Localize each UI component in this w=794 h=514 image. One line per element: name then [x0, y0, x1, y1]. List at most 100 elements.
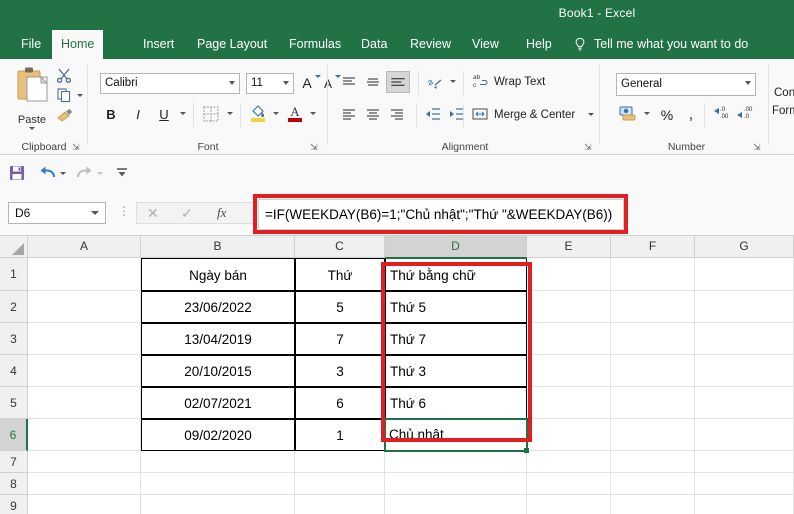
- cell-f9[interactable]: [611, 495, 695, 514]
- accounting-format-icon[interactable]: [618, 105, 638, 123]
- cell-g7[interactable]: [695, 451, 794, 473]
- column-header-f[interactable]: F: [611, 236, 695, 257]
- copy-icon[interactable]: [56, 87, 72, 103]
- cell-b8[interactable]: [141, 473, 295, 495]
- column-header-e[interactable]: E: [527, 236, 611, 257]
- cell-b4[interactable]: 20/10/2015: [141, 355, 295, 387]
- insert-function-icon[interactable]: fx: [217, 205, 226, 221]
- cell-e7[interactable]: [527, 451, 611, 473]
- cell-d1[interactable]: Thứ bằng chữ: [385, 258, 527, 291]
- cell-c8[interactable]: [295, 473, 385, 495]
- conditional-formatting-label-line2[interactable]: Form: [772, 105, 794, 117]
- copy-chevron-down-icon[interactable]: [77, 94, 83, 97]
- cell-g9[interactable]: [695, 495, 794, 514]
- name-box[interactable]: D6: [8, 202, 106, 224]
- cell-e1[interactable]: [527, 258, 611, 291]
- underline-chevron-down-icon[interactable]: [180, 112, 186, 115]
- italic-button[interactable]: I: [129, 105, 147, 125]
- tab-review[interactable]: Review: [401, 30, 460, 59]
- undo-icon[interactable]: [38, 164, 58, 182]
- cell-e6[interactable]: [527, 419, 611, 451]
- align-right-icon[interactable]: [388, 105, 406, 123]
- cell-e8[interactable]: [527, 473, 611, 495]
- cell-g3[interactable]: [695, 323, 794, 355]
- cell-g6[interactable]: [695, 419, 794, 451]
- column-header-b[interactable]: B: [141, 236, 295, 257]
- tab-data[interactable]: Data: [352, 30, 396, 59]
- tab-view[interactable]: View: [463, 30, 508, 59]
- column-header-a[interactable]: A: [28, 236, 141, 257]
- align-middle-icon[interactable]: [364, 73, 382, 91]
- row-header-1[interactable]: 1: [0, 258, 28, 291]
- cell-g2[interactable]: [695, 291, 794, 323]
- scissors-icon[interactable]: [56, 67, 72, 83]
- number-format-combo[interactable]: General: [616, 73, 756, 96]
- cell-c9[interactable]: [295, 495, 385, 514]
- decrease-decimal-icon[interactable]: .00 .0: [736, 104, 756, 122]
- accounting-chevron-down-icon[interactable]: [644, 112, 650, 115]
- conditional-formatting-label-line1[interactable]: Con: [774, 87, 794, 99]
- tab-page-layout[interactable]: Page Layout: [188, 30, 276, 59]
- cell-f3[interactable]: [611, 323, 695, 355]
- row-header-4[interactable]: 4: [0, 355, 28, 387]
- cell-f2[interactable]: [611, 291, 695, 323]
- borders-icon[interactable]: [202, 105, 220, 123]
- number-dialog-launcher[interactable]: ⇲: [753, 142, 763, 152]
- cell-f1[interactable]: [611, 258, 695, 291]
- cell-c1[interactable]: Thứ: [295, 258, 385, 291]
- formula-input[interactable]: =IF(WEEKDAY(B6)=1;"Chủ nhật";"Thứ "&WEEK…: [258, 199, 624, 230]
- align-left-icon[interactable]: [340, 105, 358, 123]
- cell-b3[interactable]: 13/04/2019: [141, 323, 295, 355]
- tab-insert[interactable]: Insert: [134, 30, 183, 59]
- redo-chevron-down-icon[interactable]: [97, 172, 103, 175]
- cell-a6[interactable]: [28, 419, 141, 451]
- merge-center-button[interactable]: Merge & Center: [494, 109, 575, 121]
- cell-e2[interactable]: [527, 291, 611, 323]
- align-bottom-button[interactable]: [386, 71, 410, 93]
- cell-a2[interactable]: [28, 291, 141, 323]
- cell-e9[interactable]: [527, 495, 611, 514]
- comma-style-button[interactable]: ,: [684, 105, 698, 125]
- cell-c7[interactable]: [295, 451, 385, 473]
- cell-f5[interactable]: [611, 387, 695, 419]
- align-center-icon[interactable]: [364, 105, 382, 123]
- cell-a7[interactable]: [28, 451, 141, 473]
- font-color-icon[interactable]: A: [286, 103, 304, 123]
- orientation-icon[interactable]: a: [426, 73, 444, 91]
- font-color-chevron-down-icon[interactable]: [310, 112, 316, 115]
- cell-f8[interactable]: [611, 473, 695, 495]
- font-size-combo[interactable]: 11: [246, 73, 294, 94]
- cell-b6[interactable]: 09/02/2020: [141, 419, 295, 451]
- undo-chevron-down-icon[interactable]: [60, 172, 66, 175]
- fill-color-icon[interactable]: [249, 103, 267, 123]
- cell-a9[interactable]: [28, 495, 141, 514]
- cell-c4[interactable]: 3: [295, 355, 385, 387]
- clipboard-dialog-launcher[interactable]: ⇲: [72, 142, 82, 152]
- cell-d3[interactable]: Thứ 7: [385, 323, 527, 355]
- row-header-8[interactable]: 8: [0, 473, 28, 495]
- tab-formulas[interactable]: Formulas: [280, 30, 350, 59]
- row-header-2[interactable]: 2: [0, 291, 28, 323]
- tab-home[interactable]: Home: [52, 30, 104, 59]
- cell-a5[interactable]: [28, 387, 141, 419]
- cell-c6[interactable]: 1: [295, 419, 385, 451]
- cell-b2[interactable]: 23/06/2022: [141, 291, 295, 323]
- alignment-dialog-launcher[interactable]: ⇲: [584, 142, 594, 152]
- cancel-icon[interactable]: ✕: [147, 205, 159, 222]
- cell-e5[interactable]: [527, 387, 611, 419]
- column-header-d[interactable]: D: [385, 236, 527, 257]
- redo-icon[interactable]: [74, 164, 94, 182]
- tell-me-search[interactable]: Tell me what you want to do: [594, 30, 748, 59]
- cell-d2[interactable]: Thứ 5: [385, 291, 527, 323]
- cell-g8[interactable]: [695, 473, 794, 495]
- cell-d7[interactable]: [385, 451, 527, 473]
- enter-icon[interactable]: ✓: [181, 205, 193, 222]
- font-dialog-launcher[interactable]: ⇲: [310, 142, 320, 152]
- cell-f7[interactable]: [611, 451, 695, 473]
- wrap-text-button[interactable]: Wrap Text: [494, 76, 545, 88]
- cell-e3[interactable]: [527, 323, 611, 355]
- row-header-3[interactable]: 3: [0, 323, 28, 355]
- cell-d6[interactable]: Chủ nhật: [385, 419, 527, 451]
- name-box-chevron-down-icon[interactable]: [91, 211, 99, 215]
- cell-a4[interactable]: [28, 355, 141, 387]
